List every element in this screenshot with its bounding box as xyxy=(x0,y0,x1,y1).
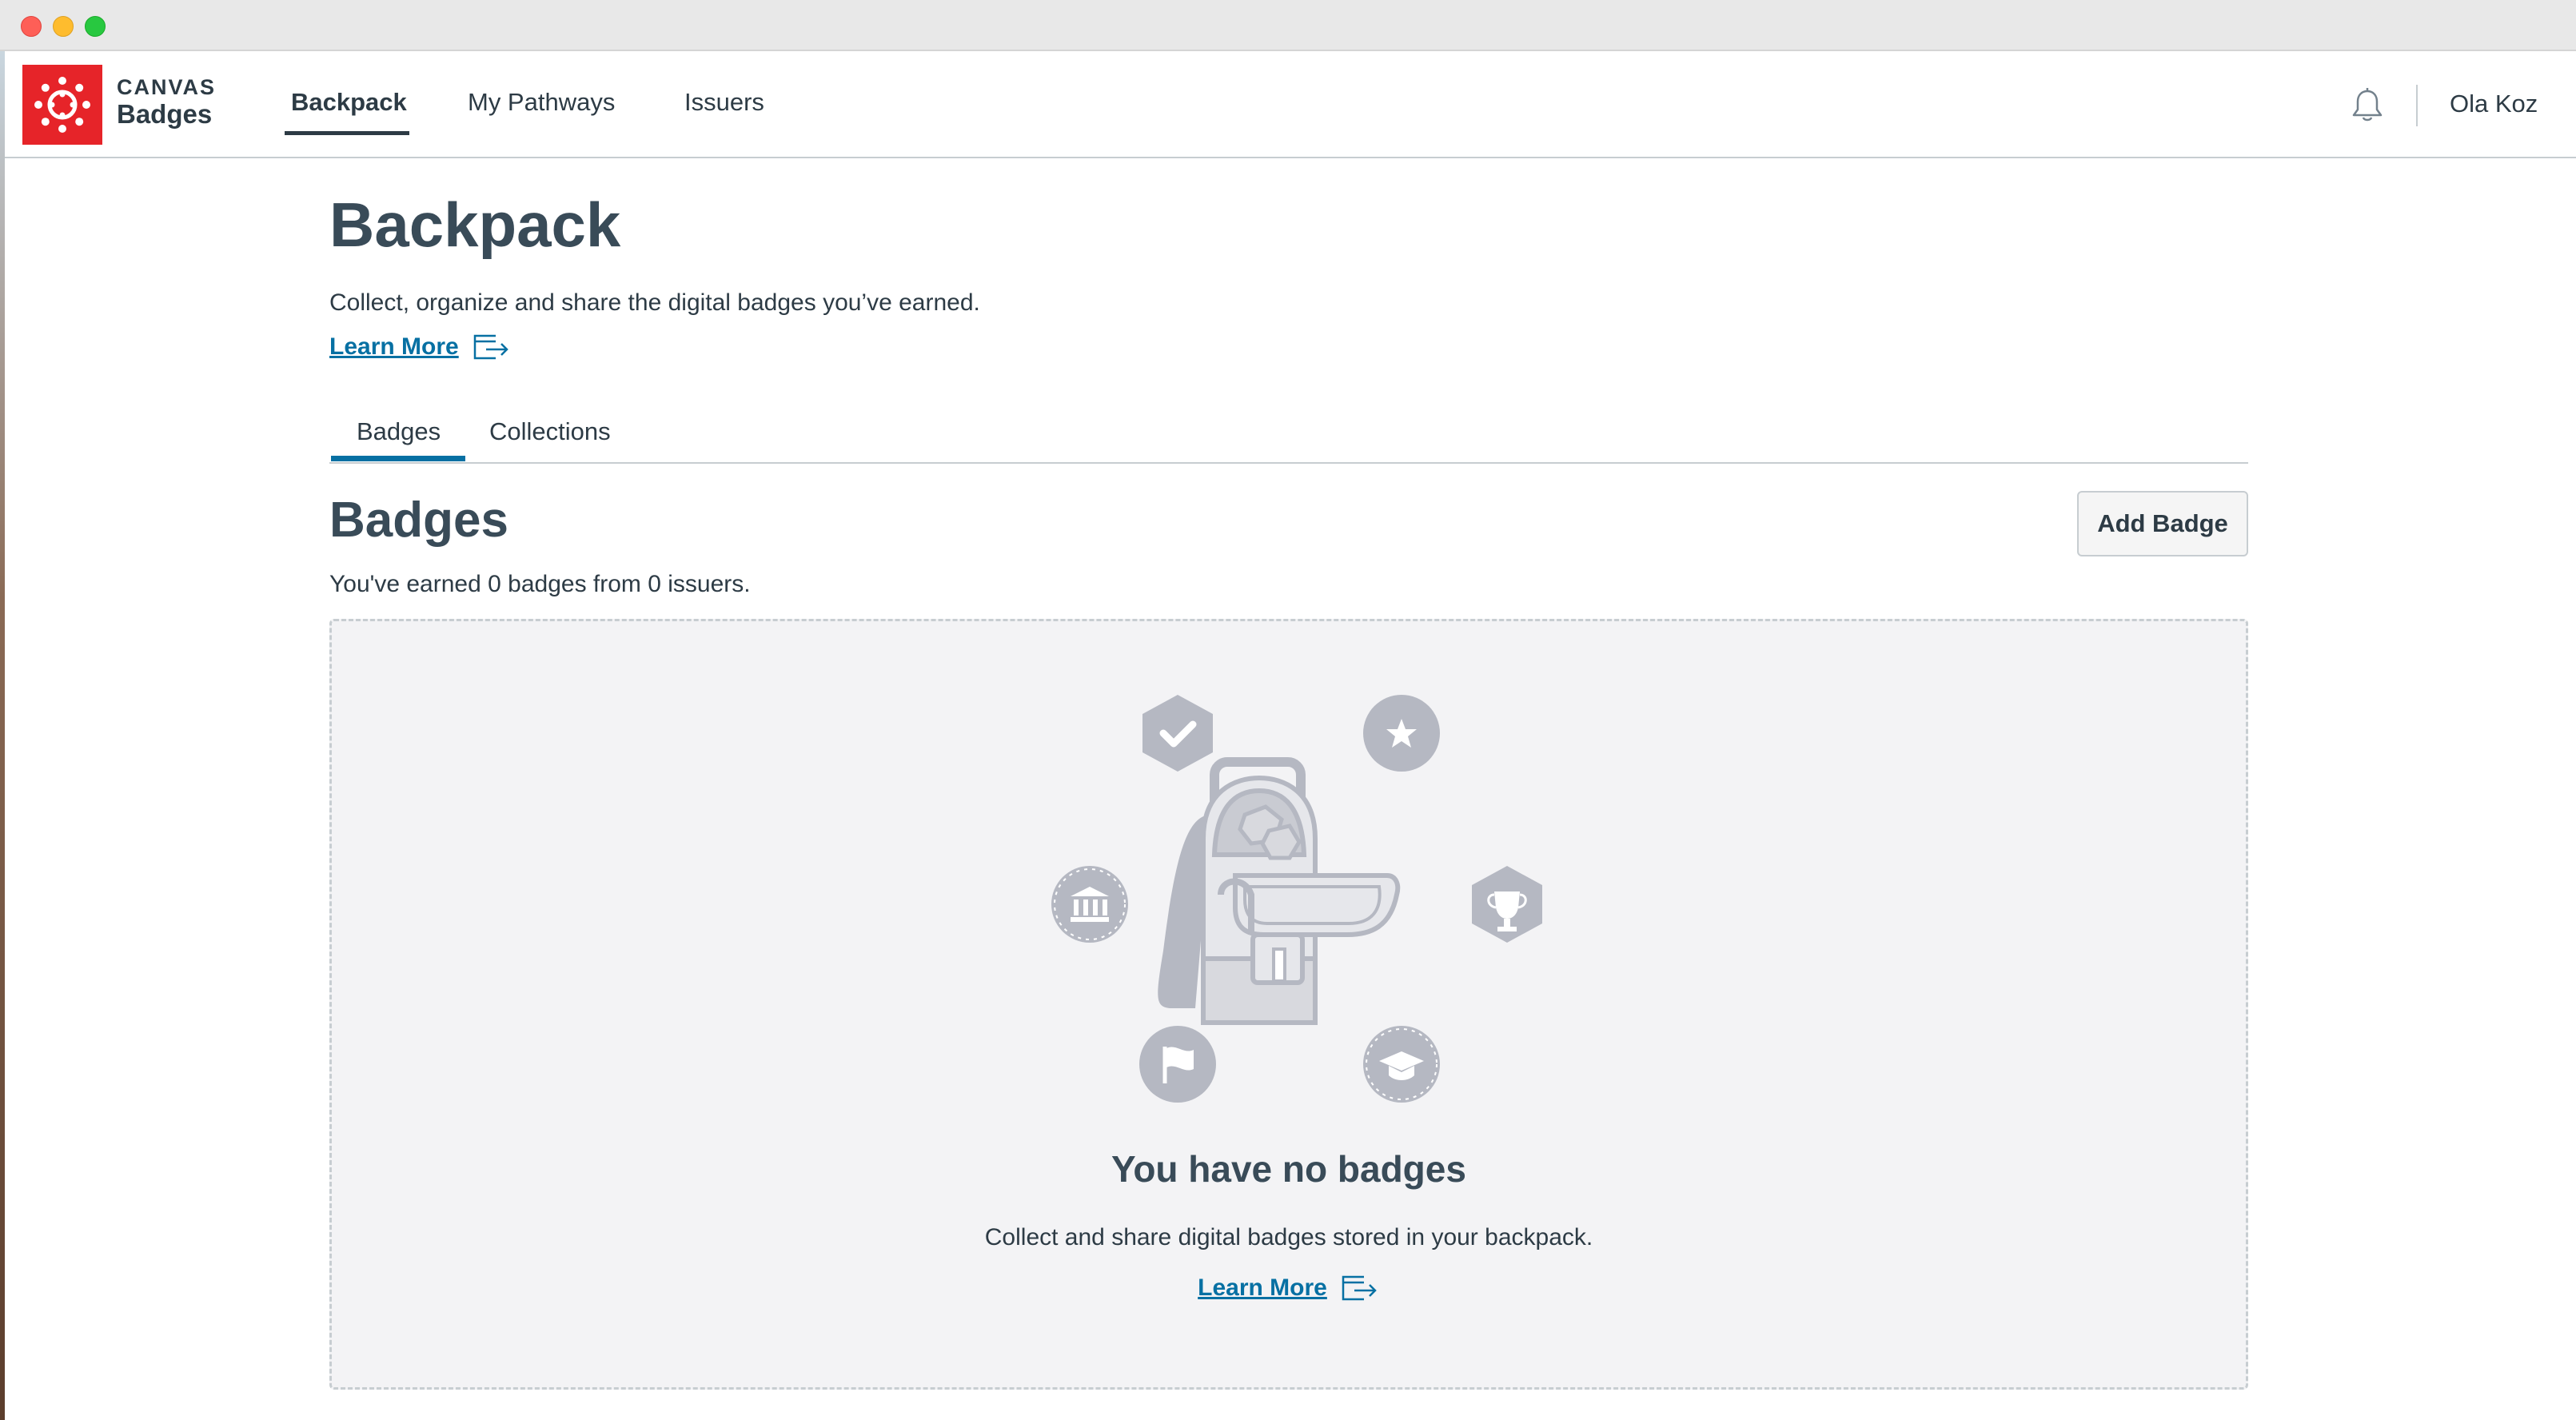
backpack-icon xyxy=(1158,757,1401,1025)
bell-icon[interactable] xyxy=(2347,85,2387,125)
window-titlebar xyxy=(0,0,2576,51)
trophy-badge-icon xyxy=(1472,866,1542,943)
empty-state-title: You have no badges xyxy=(1111,1148,1466,1190)
flag-badge-icon xyxy=(1139,1026,1216,1103)
logo-text-badges: Badges xyxy=(117,99,213,129)
star-badge-icon xyxy=(1363,695,1440,772)
zoom-window-button[interactable] xyxy=(85,16,106,37)
empty-state-learn-more-label: Learn More xyxy=(1198,1274,1327,1301)
page-title: Backpack xyxy=(329,189,621,260)
page-subtitle: Collect, organize and share the digital … xyxy=(329,289,980,316)
badges-section-title: Badges xyxy=(329,493,508,548)
external-link-icon xyxy=(1342,1275,1377,1301)
learn-more-label: Learn More xyxy=(329,333,459,360)
check-badge-icon xyxy=(1142,695,1213,772)
app-header: CANVAS Badges Backpack My Pathways Issue… xyxy=(5,51,2576,158)
nav-backpack[interactable]: Backpack xyxy=(291,88,407,130)
desktop-edge xyxy=(0,51,5,1420)
logo-text-canvas: CANVAS xyxy=(117,75,217,99)
external-link-icon xyxy=(473,334,508,360)
nav-issuers[interactable]: Issuers xyxy=(684,88,764,130)
nav-active-indicator xyxy=(285,131,409,135)
learn-more-link[interactable]: Learn More xyxy=(329,333,512,361)
user-menu[interactable]: Ola Koz xyxy=(2450,90,2538,118)
tab-badges[interactable]: Badges xyxy=(357,417,441,446)
canvas-logo-icon[interactable] xyxy=(22,65,102,145)
tab-collections[interactable]: Collections xyxy=(489,417,611,446)
header-divider xyxy=(2416,85,2418,126)
nav-my-pathways[interactable]: My Pathways xyxy=(468,88,615,130)
graduation-badge-icon xyxy=(1363,1026,1440,1103)
empty-state-description: Collect and share digital badges stored … xyxy=(984,1224,1593,1250)
close-window-button[interactable] xyxy=(21,16,42,37)
bank-badge-icon xyxy=(1051,866,1128,943)
empty-state-learn-more-link[interactable]: Learn More xyxy=(1198,1274,1380,1302)
backpack-with-badges-illustration xyxy=(1051,695,1542,1103)
tab-active-indicator xyxy=(331,456,465,461)
empty-state-panel: You have no badges Collect and share dig… xyxy=(329,619,2248,1390)
add-badge-button[interactable]: Add Badge xyxy=(2077,491,2248,556)
minimize-window-button[interactable] xyxy=(53,16,74,37)
badges-earned-summary: You've earned 0 badges from 0 issuers. xyxy=(329,571,751,597)
backpack-tabs: Badges Collections xyxy=(329,406,2248,464)
empty-state-learn-more-wrap: Learn More xyxy=(332,1274,2246,1302)
